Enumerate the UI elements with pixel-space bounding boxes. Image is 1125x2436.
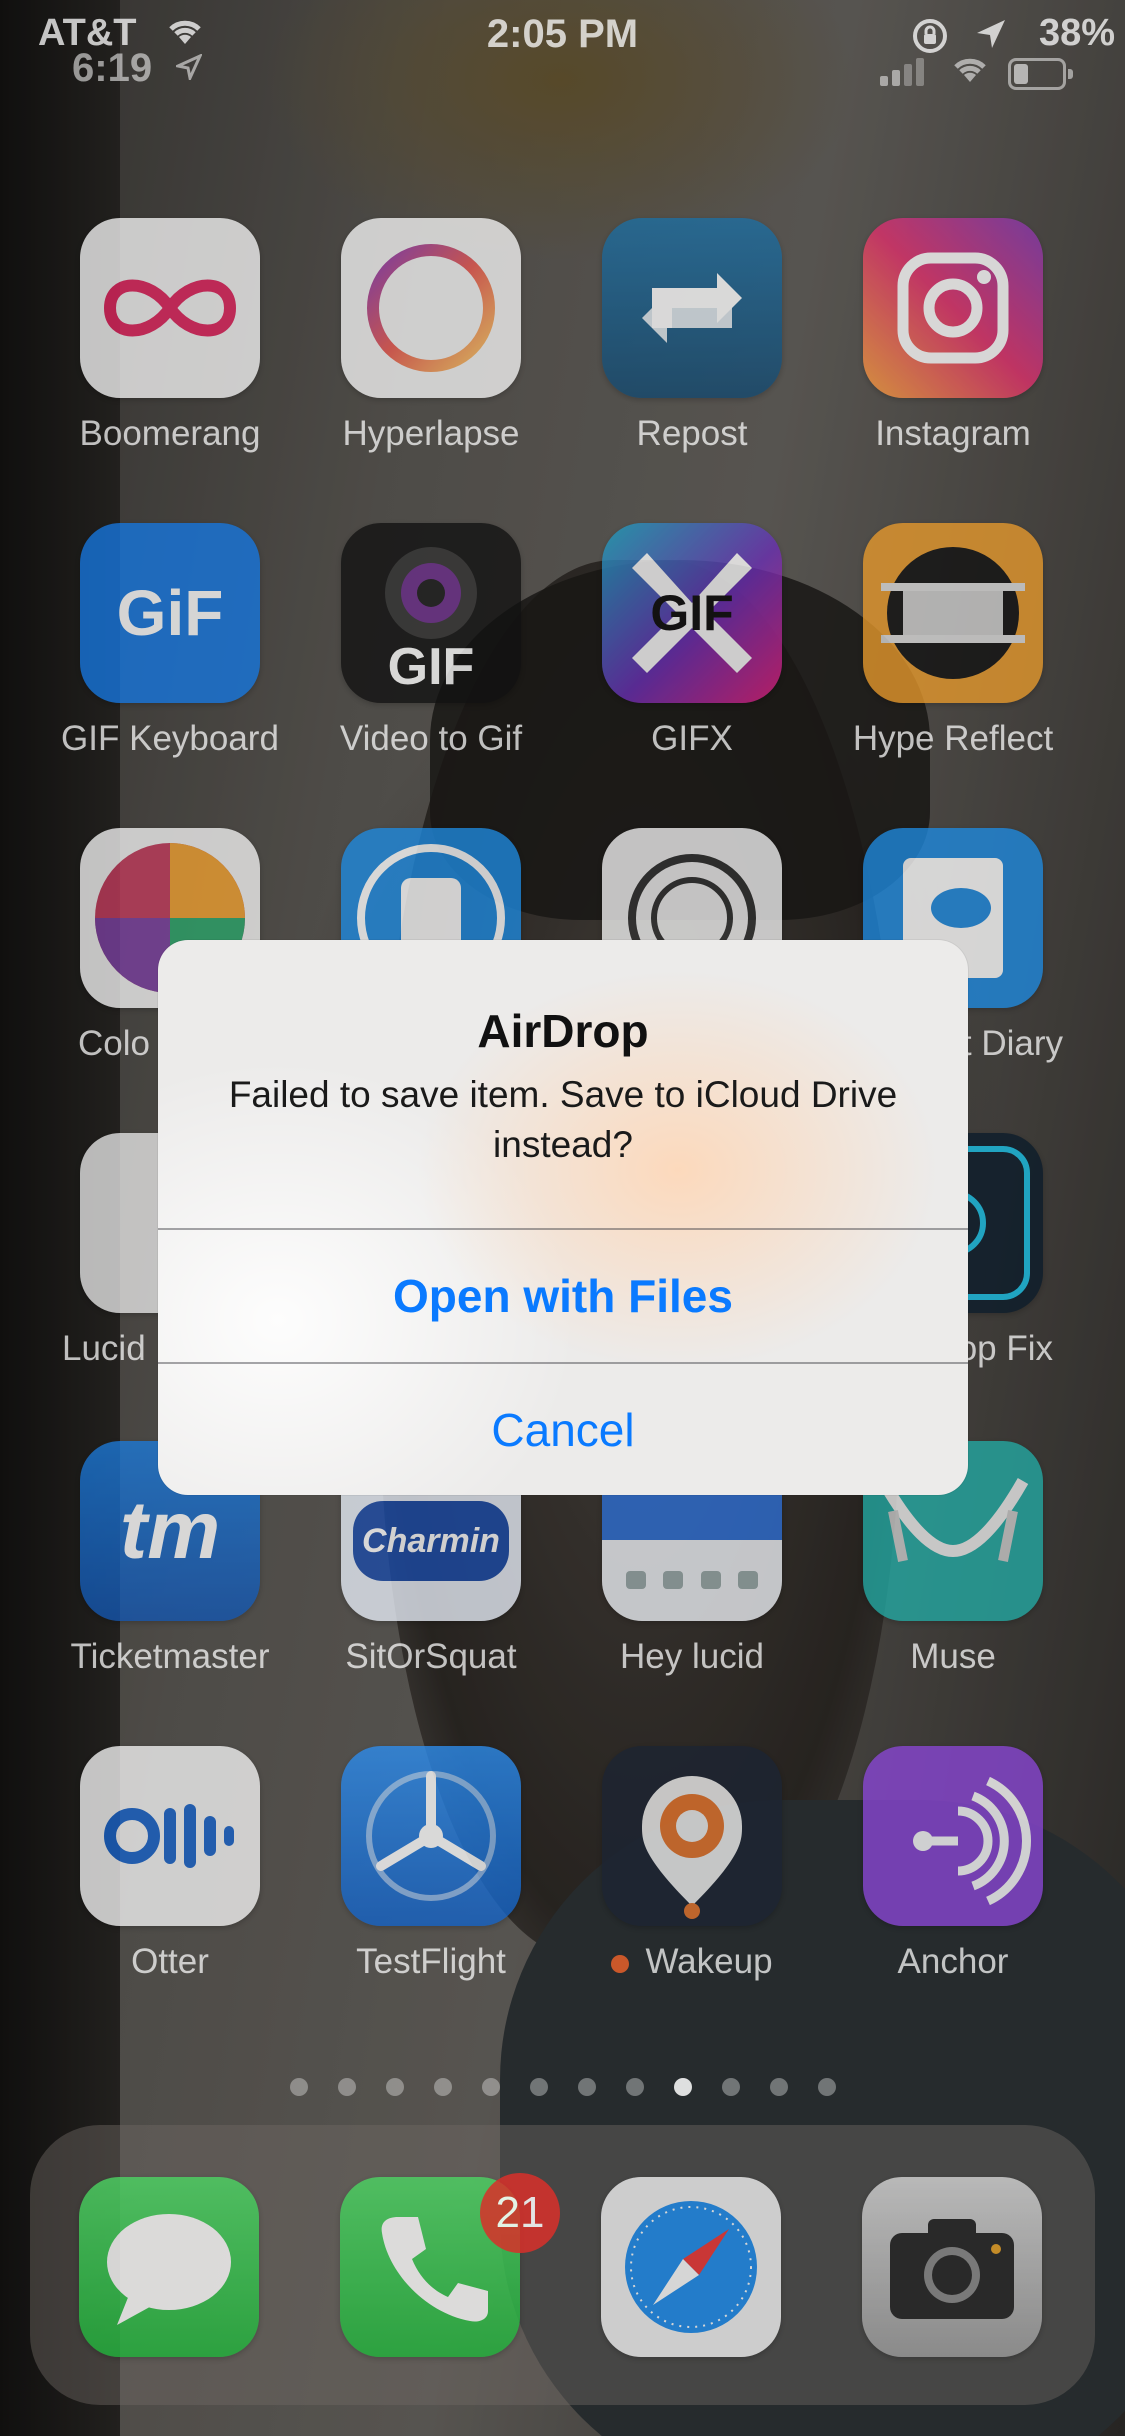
- page-dot[interactable]: [289, 2078, 308, 2096]
- app-video-to-gif[interactable]: GIF Video to Gif: [301, 523, 561, 759]
- hyperlapse-icon: [341, 218, 521, 398]
- icon-glyph: GiF: [116, 577, 224, 649]
- app-repost[interactable]: Repost: [562, 218, 822, 454]
- app-wakeup[interactable]: Wakeup: [562, 1746, 822, 1982]
- dock-messages[interactable]: [39, 2177, 299, 2357]
- app-label: Otter: [131, 1942, 209, 1981]
- rotation-lock-icon: [910, 16, 950, 61]
- page-indicator[interactable]: [0, 2078, 1125, 2096]
- page-dot[interactable]: [433, 2078, 452, 2096]
- page-dot[interactable]: [625, 2078, 644, 2096]
- wifi-icon-secondary: [950, 54, 990, 89]
- page-dot[interactable]: [529, 2078, 548, 2096]
- app-label: Wakeup: [562, 1942, 822, 1982]
- app-label: GIF Keyboard: [61, 719, 279, 758]
- app-label: Video to Gif: [339, 719, 523, 758]
- app-label: GIFX: [651, 719, 733, 758]
- open-with-files-button[interactable]: Open with Files: [158, 1230, 968, 1362]
- otter-icon: [80, 1746, 260, 1926]
- airdrop-alert-dialog: AirDrop Failed to save item. Save to iCl…: [158, 940, 968, 1495]
- app-label: Repost: [636, 414, 748, 453]
- app-label: Ticketmaster: [70, 1637, 270, 1676]
- page-dot[interactable]: [817, 2078, 836, 2096]
- page-dot[interactable]: [337, 2078, 356, 2096]
- icon-glyph: GIF: [387, 638, 475, 696]
- anchor-icon: [863, 1746, 1043, 1926]
- app-otter[interactable]: Otter: [40, 1746, 300, 1982]
- app-hyperlapse[interactable]: Hyperlapse: [301, 218, 561, 454]
- status-time: 2:05 PM: [486, 12, 639, 56]
- location-icon: [975, 18, 1007, 55]
- page-dot[interactable]: [481, 2078, 500, 2096]
- update-dot-icon: [611, 1954, 630, 1973]
- app-label-text: Wakeup: [645, 1942, 773, 1981]
- app-label: TestFlight: [356, 1942, 506, 1981]
- battery-icon: [1008, 58, 1073, 90]
- app-gif-keyboard[interactable]: GiF GIF Keyboard: [40, 523, 300, 759]
- app-label: Instagram: [875, 414, 1031, 453]
- cancel-button[interactable]: Cancel: [158, 1364, 968, 1495]
- hype-reflect-icon: [863, 523, 1043, 703]
- app-testflight[interactable]: TestFlight: [301, 1746, 561, 1982]
- testflight-icon: [341, 1746, 521, 1926]
- app-label: Hyperlapse: [342, 414, 520, 453]
- app-label: Hey lucid: [620, 1637, 764, 1676]
- location-arrow-icon: [173, 52, 204, 85]
- app-boomerang[interactable]: Boomerang: [40, 218, 300, 454]
- camera-icon: [862, 2177, 1042, 2357]
- wakeup-icon: [602, 1746, 782, 1926]
- page-dot[interactable]: [769, 2078, 788, 2096]
- page-dot[interactable]: [721, 2078, 740, 2096]
- app-instagram[interactable]: Instagram: [823, 218, 1083, 454]
- status-bar: AT&T 6:19 2:05 PM 38%: [0, 0, 1125, 110]
- app-gifx[interactable]: GIF GIFX: [562, 523, 822, 759]
- app-label: Muse: [910, 1637, 996, 1676]
- app-anchor[interactable]: Anchor: [823, 1746, 1083, 1982]
- page-dot[interactable]: [673, 2078, 692, 2096]
- instagram-icon: [863, 218, 1043, 398]
- video-to-gif-icon: GIF: [341, 523, 521, 703]
- app-label: Hype Reflect: [852, 719, 1054, 758]
- notification-badge: 21: [480, 2173, 560, 2253]
- page-dot[interactable]: [577, 2078, 596, 2096]
- safari-icon: [601, 2177, 781, 2357]
- messages-icon: [79, 2177, 259, 2357]
- repost-icon: [602, 218, 782, 398]
- gifx-icon: GIF: [602, 523, 782, 703]
- battery-percent: 38%: [1038, 12, 1115, 54]
- dock-camera[interactable]: [822, 2177, 1082, 2357]
- dock: 21: [30, 2125, 1095, 2405]
- boomerang-icon: [80, 218, 260, 398]
- dock-phone[interactable]: 21: [300, 2173, 560, 2357]
- app-hype-reflect[interactable]: Hype Reflect: [823, 523, 1083, 759]
- icon-glyph: GIF: [650, 585, 734, 641]
- dock-safari[interactable]: [561, 2177, 821, 2357]
- icon-glyph: Charmin: [353, 1501, 509, 1581]
- gif-keyboard-icon: GiF: [80, 523, 260, 703]
- app-label: SitOrSquat: [345, 1637, 517, 1676]
- app-label: Boomerang: [79, 414, 261, 453]
- alert-title: AirDrop: [477, 1005, 649, 1057]
- cellular-signal-icon: [880, 56, 928, 91]
- page-dot[interactable]: [385, 2078, 404, 2096]
- alert-message: Failed to save item. Save to iCloud Driv…: [228, 1074, 898, 1165]
- app-label: Anchor: [897, 1942, 1009, 1981]
